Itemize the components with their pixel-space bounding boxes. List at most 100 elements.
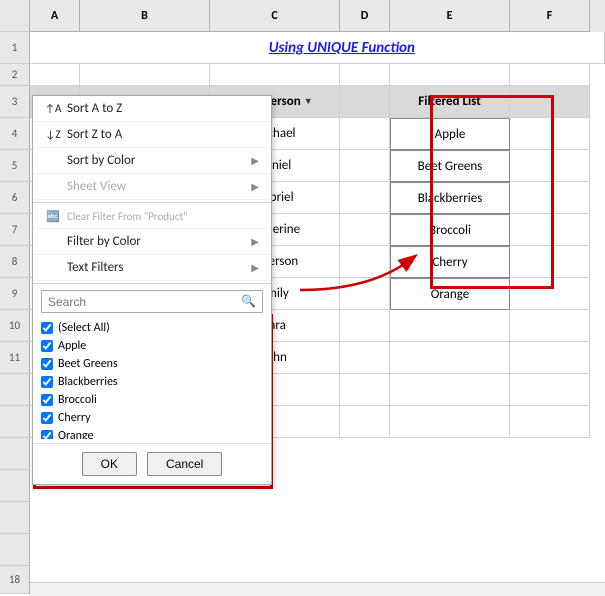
col-header-row: A B C D E F: [30, 0, 605, 32]
checkbox-apple-label: Apple: [58, 339, 86, 353]
checkbox-beet-greens-label: Beet Greens: [58, 357, 118, 371]
cancel-button[interactable]: Cancel: [147, 452, 222, 476]
row2-d: [340, 64, 390, 86]
row-num-2: 2: [0, 64, 30, 86]
row-num-18: 18: [0, 566, 30, 594]
sort-by-color-arrow: ▶: [251, 154, 259, 167]
filter-by-color-item[interactable]: Filter by Color ▶: [33, 229, 271, 255]
clear-filter-item: 🔤 Clear Filter From "Product": [33, 205, 271, 229]
checkbox-item-4[interactable]: Cherry: [41, 409, 263, 427]
row10-e: [390, 310, 510, 342]
search-icon: 🔍: [241, 294, 256, 309]
row-numbers: 1 2 3 4 5 6 7 8 9 10 11 18: [0, 0, 30, 594]
row-num-3: 3: [0, 86, 30, 118]
spreadsheet: 1 2 3 4 5 6 7 8 9 10 11 18 A B C D E F: [0, 0, 605, 596]
checkbox-cherry[interactable]: [41, 412, 53, 424]
sheet-view-arrow: ▶: [251, 180, 259, 193]
row2-b: [80, 64, 210, 86]
select-all-checkbox[interactable]: [41, 322, 53, 334]
checkbox-item-3[interactable]: Broccoli: [41, 391, 263, 409]
row7-d: [340, 214, 390, 246]
select-all-item[interactable]: (Select All): [41, 319, 263, 337]
checkbox-orange-label: Orange: [58, 429, 93, 439]
checkbox-cherry-label: Cherry: [58, 411, 91, 425]
sort-az-icon: ↑A: [45, 102, 61, 115]
row5-d: [340, 150, 390, 182]
checkbox-beet-greens[interactable]: [41, 358, 53, 370]
sort-za-icon: ↓Z: [45, 128, 61, 141]
row-num-spacer2: [0, 406, 30, 438]
title-row: Using UNIQUE Function: [30, 32, 605, 64]
checkbox-blackberries-label: Blackberries: [58, 375, 118, 389]
sort-z-a-item[interactable]: ↓Z Sort Z to A: [33, 122, 271, 148]
row-2: [30, 64, 605, 86]
checkbox-item-1[interactable]: Beet Greens: [41, 355, 263, 373]
row10-d: [340, 310, 390, 342]
ok-button[interactable]: OK: [82, 452, 137, 476]
checkbox-apple[interactable]: [41, 340, 53, 352]
select-all-label: (Select All): [58, 321, 110, 335]
row2-f: [510, 64, 590, 86]
search-box[interactable]: 🔍: [41, 290, 263, 313]
row4-filtered-0: Apple: [390, 118, 510, 150]
sort-by-color-label: Sort by Color: [67, 153, 135, 168]
clear-filter-label: Clear Filter From "Product": [67, 210, 188, 223]
sort-by-color-item[interactable]: Sort by Color ▶: [33, 148, 271, 174]
checkbox-item-5[interactable]: Orange: [41, 427, 263, 439]
row9-f: [510, 278, 590, 310]
row2-c: [210, 64, 340, 86]
row-num-10: 10: [0, 310, 30, 342]
sheet-view-item: Sheet View ▶: [33, 174, 271, 200]
r13-e: [390, 406, 510, 438]
row11-e: [390, 342, 510, 374]
sort-za-label: Sort Z to A: [67, 127, 122, 142]
row4-d: [340, 118, 390, 150]
row5-f: [510, 150, 590, 182]
row-num-1: 1: [0, 32, 30, 64]
r12-e: [390, 374, 510, 406]
sort-az-label: Sort A to Z: [67, 101, 122, 116]
row-num-spacer3: [0, 438, 30, 470]
r12-d: [340, 374, 390, 406]
row-num-spacer1: [0, 374, 30, 406]
row-num-spacer5: [0, 502, 30, 534]
row-num-5: 5: [0, 150, 30, 182]
r13-f: [510, 406, 590, 438]
filtered-list-header-text: Filtered List: [418, 94, 480, 109]
row6-f: [510, 182, 590, 214]
r13-d: [340, 406, 390, 438]
checkbox-blackberries[interactable]: [41, 376, 53, 388]
search-input[interactable]: [48, 295, 241, 309]
row10-f: [510, 310, 590, 342]
row9-filtered-5: Orange: [390, 278, 510, 310]
col-b-label: B: [80, 0, 210, 32]
checkbox-broccoli-label: Broccoli: [58, 393, 97, 407]
row7-filtered-3: Broccoli: [390, 214, 510, 246]
row6-filtered-2: Blackberries: [390, 182, 510, 214]
sheet-view-label: Sheet View: [67, 179, 126, 194]
menu-buttons: OK Cancel: [33, 443, 271, 484]
text-filters-label: Text Filters: [67, 260, 123, 275]
text-filters-item[interactable]: Text Filters ▶: [33, 255, 271, 281]
header-f: [510, 86, 590, 118]
row-num-4: 4: [0, 118, 30, 150]
row4-f: [510, 118, 590, 150]
text-filters-arrow: ▶: [251, 261, 259, 274]
horizontal-scrollbar[interactable]: [30, 582, 605, 596]
sort-a-z-item[interactable]: ↑A Sort A to Z: [33, 96, 271, 122]
row-num-7: 7: [0, 214, 30, 246]
checkbox-broccoli[interactable]: [41, 394, 53, 406]
checkbox-orange[interactable]: [41, 430, 53, 439]
salesperson-dropdown-arrow[interactable]: ▼: [304, 96, 313, 107]
row8-filtered-4: Cherry: [390, 246, 510, 278]
checkbox-item-2[interactable]: Blackberries: [41, 373, 263, 391]
clear-filter-icon: 🔤: [45, 210, 61, 223]
row8-f: [510, 246, 590, 278]
divider-2: [33, 283, 271, 284]
checkbox-item-0[interactable]: Apple: [41, 337, 263, 355]
row-num-6: 6: [0, 182, 30, 214]
row9-d: [340, 278, 390, 310]
row7-f: [510, 214, 590, 246]
filter-color-arrow: ▶: [251, 235, 259, 248]
col-f-label: F: [510, 0, 590, 32]
